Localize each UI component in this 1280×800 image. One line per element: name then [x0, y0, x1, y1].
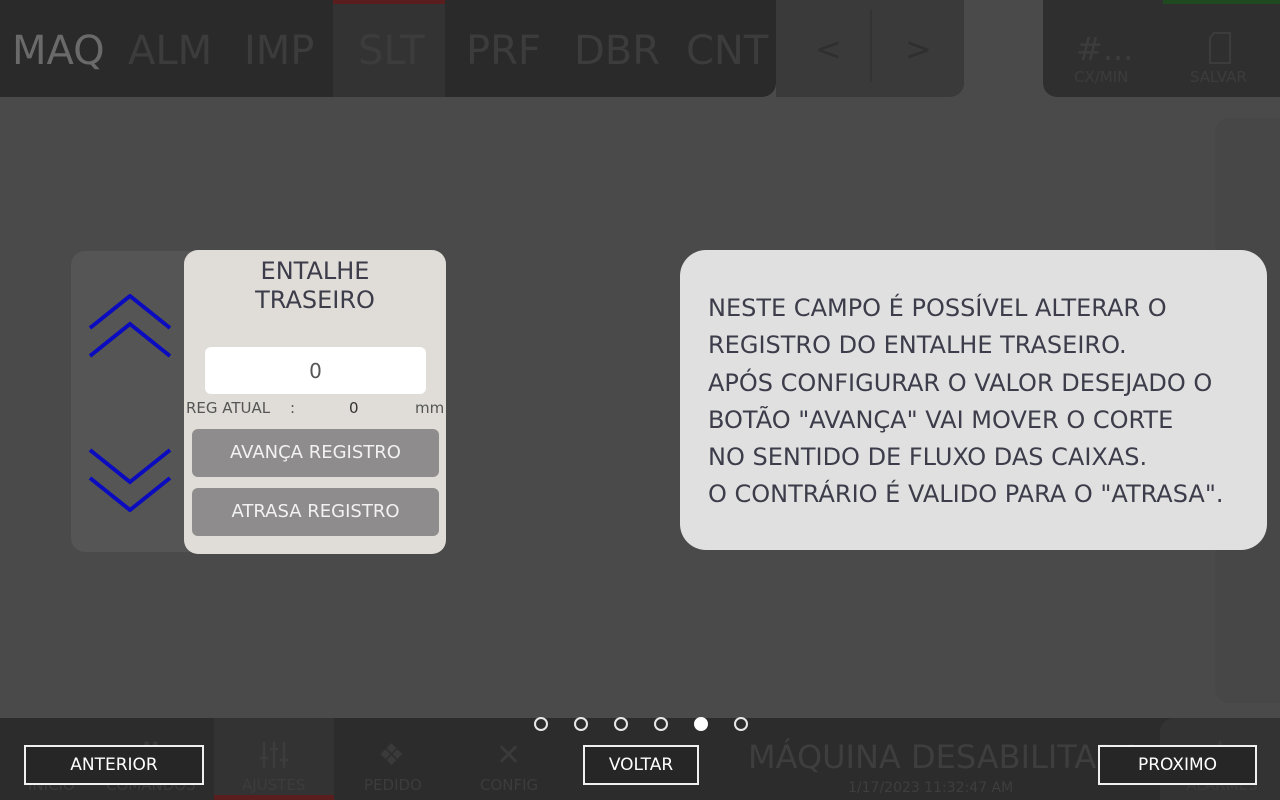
current-register-label: REG ATUAL [186, 399, 271, 417]
info-line: O CONTRÁRIO É VALIDO PARA O "ATRASA". [708, 480, 1224, 509]
active-nav-indicator [214, 795, 334, 800]
sliders-icon [260, 742, 288, 768]
save-indicator [1163, 0, 1280, 4]
tab-prev-button[interactable]: < [815, 30, 842, 68]
boxes-icon: ❖ [378, 738, 405, 773]
info-line: NESTE CAMPO É POSSÍVEL ALTERAR O [708, 294, 1167, 322]
tab-prf[interactable]: PRF [466, 28, 541, 74]
info-line: APÓS CONFIGURAR O VALOR DESEJADO O [708, 368, 1213, 397]
tab-maq[interactable]: MAQ [12, 28, 105, 74]
tab-slt[interactable]: SLT [358, 28, 425, 74]
nav-divider [870, 10, 872, 82]
tour-info-bubble: NESTE CAMPO É POSSÍVEL ALTERAR O REGISTR… [680, 250, 1267, 550]
tour-next-button[interactable]: PROXIMO [1098, 745, 1257, 785]
rate-unit: CX/MIN [1074, 68, 1129, 86]
tab-cnt[interactable]: CNT [686, 28, 768, 74]
info-line: REGISTRO DO ENTALHE TRASEIRO. [708, 331, 1127, 360]
current-register-value: 0 [349, 399, 359, 417]
rate-value: #... [1076, 30, 1134, 68]
tab-next-button[interactable]: > [905, 30, 932, 68]
sd-card-icon[interactable] [1208, 32, 1232, 64]
double-chevron-up-icon[interactable] [88, 294, 172, 358]
tour-step-dot-2[interactable] [574, 717, 588, 731]
tab-imp[interactable]: IMP [244, 28, 314, 74]
nav-pedido[interactable]: PEDIDO [364, 776, 422, 794]
active-tab-indicator [333, 0, 445, 4]
machine-status: MÁQUINA DESABILITADA [748, 738, 1143, 776]
register-value-input[interactable] [205, 347, 426, 394]
tour-back-button[interactable]: VOLTAR [583, 745, 699, 785]
current-register-unit: mm [415, 399, 445, 417]
status-timestamp: 1/17/2023 11:32:47 AM [848, 780, 1014, 796]
nav-ajustes[interactable]: AJUSTES [242, 776, 305, 794]
delay-register-button[interactable]: ATRASA REGISTRO [192, 488, 439, 536]
tour-step-dot-6[interactable] [734, 717, 748, 731]
tour-prev-button[interactable]: ANTERIOR [24, 745, 204, 785]
info-line: BOTÃO "AVANÇA" VAI MOVER O CORTE [708, 405, 1174, 434]
advance-register-button[interactable]: AVANÇA REGISTRO [192, 429, 439, 477]
current-register-colon: : [290, 399, 296, 417]
tour-step-dot-4[interactable] [654, 717, 668, 731]
card-title-line2: TRASEIRO [255, 286, 375, 314]
tab-alm[interactable]: ALM [128, 28, 212, 74]
tour-step-dot-5[interactable] [694, 717, 708, 731]
rear-notch-card: ENTALHE TRASEIRO REG ATUAL : 0 mm AVANÇA… [184, 250, 446, 554]
tools-icon: ✕ [496, 738, 522, 773]
tab-dbr[interactable]: DBR [574, 28, 660, 74]
double-chevron-down-icon[interactable] [88, 448, 172, 512]
tour-step-dot-3[interactable] [614, 717, 628, 731]
nav-config[interactable]: CONFIG [480, 776, 538, 794]
card-title: ENTALHE TRASEIRO [184, 257, 446, 315]
card-title-line1: ENTALHE [260, 257, 370, 285]
info-line: NO SENTIDO DE FLUXO DAS CAIXAS. [708, 443, 1148, 472]
tour-step-dot-1[interactable] [534, 717, 548, 731]
save-button[interactable]: SALVAR [1190, 68, 1247, 86]
